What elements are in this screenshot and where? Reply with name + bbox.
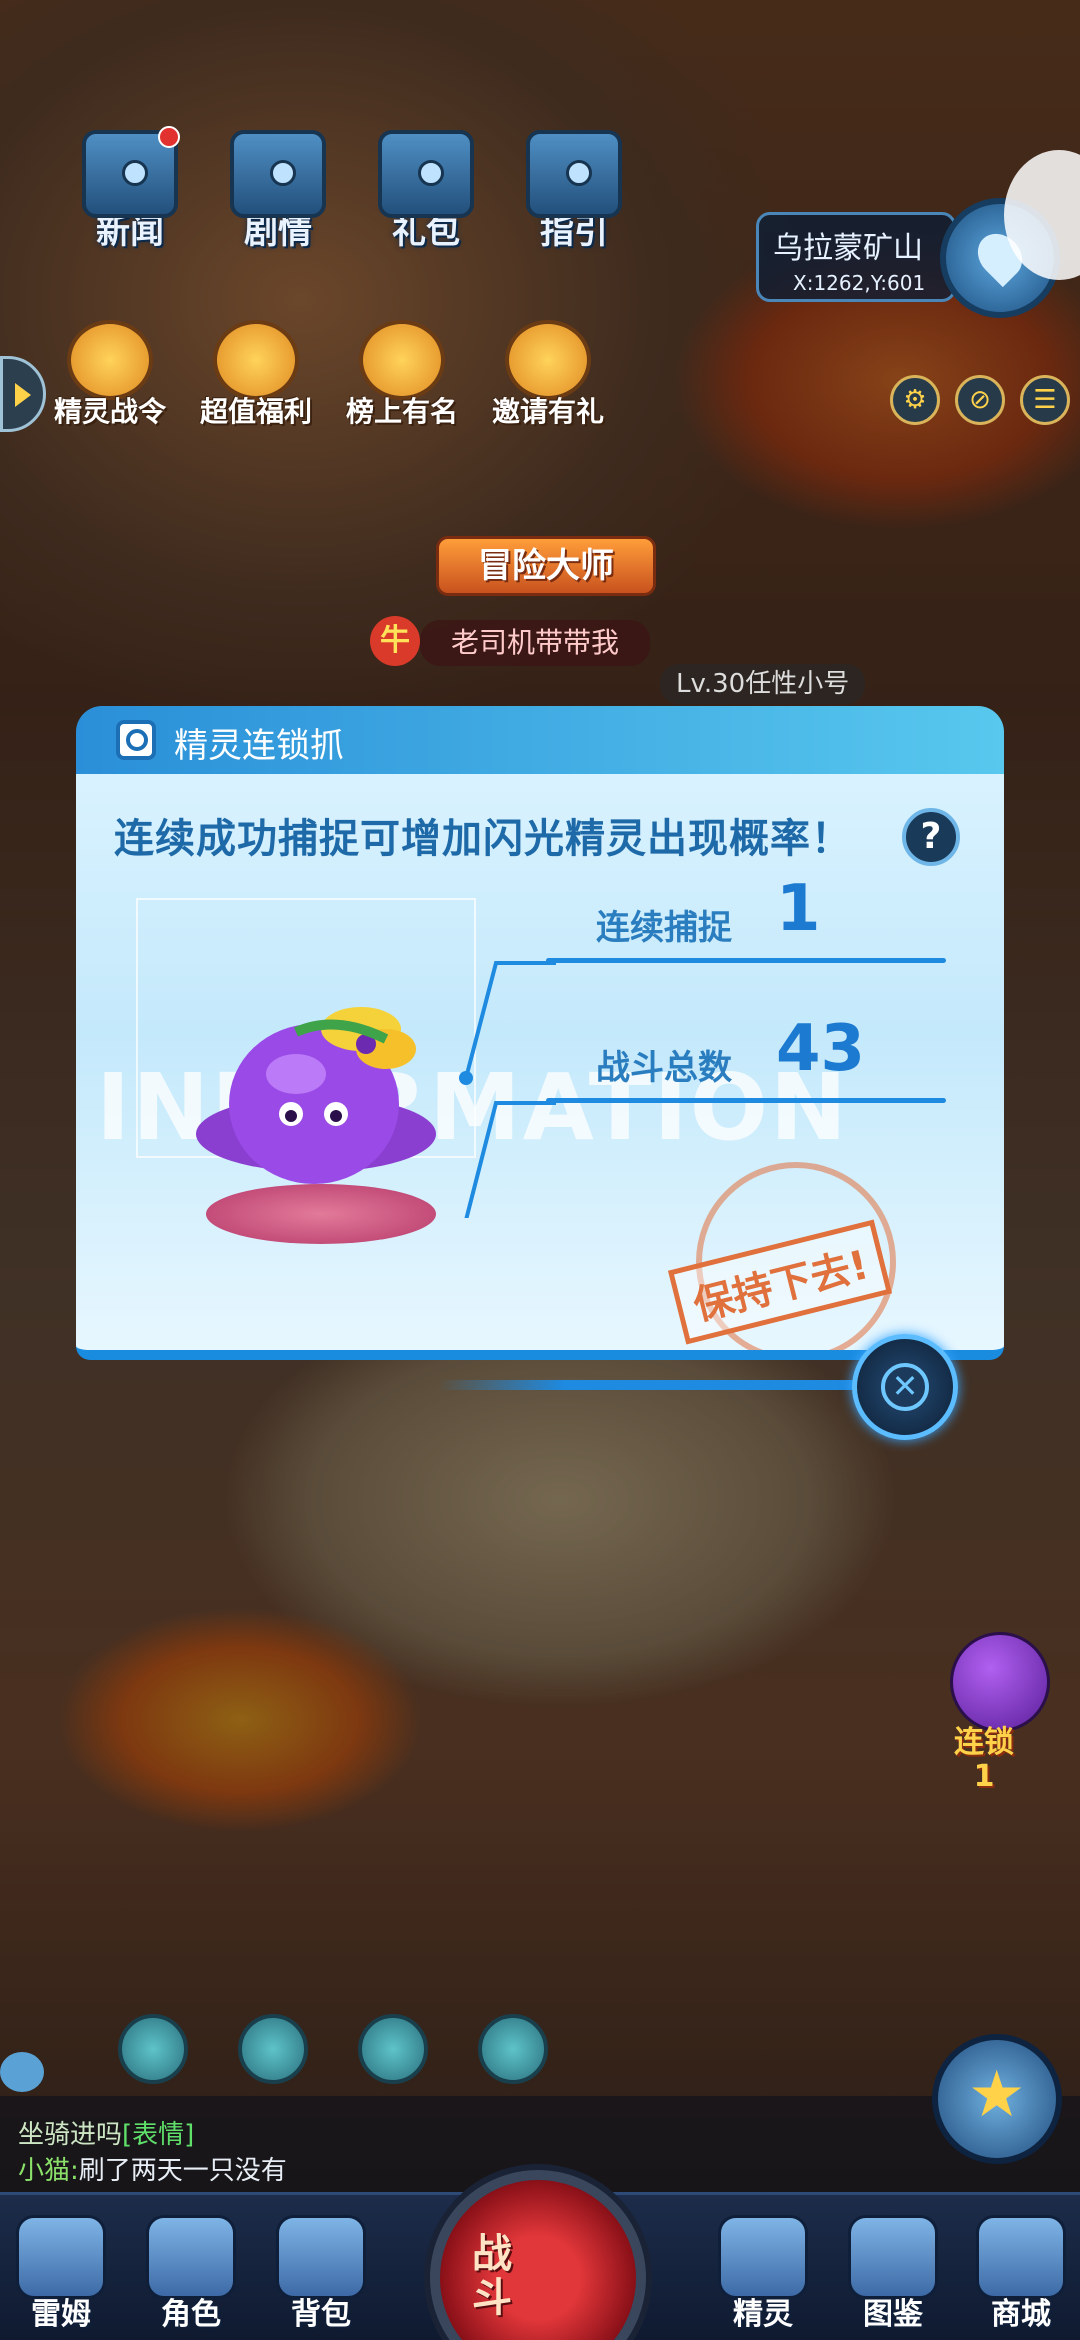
nav-spirit[interactable]: 精灵 (708, 2215, 818, 2333)
story-button[interactable]: 剧情 (228, 130, 328, 253)
mute-mini-icon[interactable]: ⊘ (955, 375, 1005, 425)
handbook-icon (848, 2215, 938, 2299)
fight-label: 战斗 (472, 2231, 512, 2321)
quick-action-3-icon[interactable] (358, 2014, 428, 2084)
top-menu: 新闻 剧情 礼包 指引 (80, 126, 624, 253)
nav-pet-label: 雷姆 (31, 2297, 91, 2332)
chain-counter-value: 1 (973, 1759, 995, 1794)
dialog-header: 精灵连锁抓 (76, 706, 1004, 774)
newspaper-chest-icon (82, 126, 180, 218)
streak-label: 连续捕捉 (596, 908, 732, 948)
battles-value: 43 (776, 1012, 866, 1086)
dialog-body: 连续成功捕捉可增加闪光精灵出现概率！ ? INFORMATION 连续捕捉 1 … (76, 774, 1004, 1360)
streak-stat: 连续捕捉 1 (596, 872, 821, 949)
invite-label: 邀请有礼 (491, 395, 604, 428)
nav-shop[interactable]: 商城 (966, 2215, 1076, 2333)
quick-action-2-icon[interactable] (238, 2014, 308, 2084)
nav-character[interactable]: 角色 (136, 2215, 246, 2333)
nav-pet[interactable]: 雷姆 (6, 2215, 116, 2333)
trophy-icon (359, 320, 445, 400)
chat-message: 刷了两天一只没有 (78, 2156, 287, 2186)
nav-spirit-label: 精灵 (733, 2297, 793, 2332)
story-chest-icon (230, 130, 326, 218)
character-icon (146, 2215, 236, 2299)
activity-menu: 精灵战令 超值福利 榜上有名 邀请有礼 (50, 320, 608, 430)
chat-line-1-text: 坐骑进吗 (18, 2120, 123, 2150)
backpack-icon (276, 2215, 366, 2299)
bell-icon[interactable] (478, 2014, 548, 2084)
chain-capture-dialog: 精灵连锁抓 连续成功捕捉可增加闪光精灵出现概率！ ? INFORMATION 连… (76, 706, 1004, 1372)
nav-handbook-label: 图鉴 (863, 2297, 923, 2332)
invite-gift-icon (505, 320, 591, 400)
battles-divider (546, 1098, 946, 1103)
game-scene: 新闻 剧情 礼包 指引 精灵战令 超值福利 榜上有名 邀请有礼 乌拉蒙矿山 X:… (0, 0, 1080, 2340)
help-button[interactable]: ? (902, 808, 960, 866)
chain-counter-label: 连锁 (954, 1725, 1014, 1760)
close-button[interactable]: ✕ (852, 1334, 958, 1440)
npc-level: Lv.30任性小号 (660, 664, 866, 704)
quick-action-bar (118, 2014, 548, 2084)
gift-pack-button[interactable]: 礼包 (376, 130, 476, 253)
streak-value: 1 (776, 872, 821, 946)
chat-bubble-icon[interactable] (0, 2052, 44, 2092)
gift-chest-icon (378, 130, 474, 218)
chat-emote: [表情] (122, 2120, 195, 2150)
notification-dot (158, 126, 180, 148)
nav-character-label: 角色 (161, 2297, 221, 2332)
chat-user[interactable]: 小猫: (18, 2156, 79, 2186)
spirit-icon (718, 2215, 808, 2299)
chat-line-2: 小猫:刷了两天一只没有 (18, 2150, 287, 2187)
map-location-panel[interactable]: 乌拉蒙矿山 X:1262,Y:601 (756, 212, 956, 302)
chain-counter: 连锁 1 (954, 1726, 1014, 1794)
battles-stat: 战斗总数 43 (596, 1012, 865, 1089)
battles-label: 战斗总数 (596, 1048, 732, 1088)
search-icon (116, 720, 156, 760)
star-skill-button[interactable] (932, 2034, 1062, 2164)
battle-pass-icon (67, 320, 153, 400)
npc-name[interactable]: 老司机带带我 (420, 620, 650, 666)
purple-octopus-spirit (196, 1007, 436, 1184)
invite-button[interactable]: 邀请有礼 (488, 320, 608, 430)
welfare-gift-icon (213, 320, 299, 400)
quick-action-1-icon[interactable] (118, 2014, 188, 2084)
map-coordinates: X:1262,Y:601 (793, 271, 926, 295)
dialog-tagline: 连续成功捕捉可增加闪光精灵出现概率！ (114, 816, 852, 862)
ranking-label: 榜上有名 (345, 395, 458, 428)
connector-lines (459, 961, 556, 1218)
settings-mini-icon[interactable]: ⚙ (890, 375, 940, 425)
menu-mini-icon[interactable]: ☰ (1020, 375, 1070, 425)
nav-shop-label: 商城 (991, 2297, 1051, 2332)
battle-pass-label: 精灵战令 (53, 395, 166, 428)
welfare-label: 超值福利 (199, 395, 312, 428)
ranking-button[interactable]: 榜上有名 (342, 320, 462, 430)
pet-avatar-icon (16, 2215, 106, 2299)
nav-backpack[interactable]: 背包 (266, 2215, 376, 2333)
close-icon: ✕ (881, 1363, 929, 1411)
dialog-title: 精灵连锁抓 (174, 726, 344, 766)
chat-line-1: 坐骑进吗[表情] (18, 2114, 194, 2151)
npc-title-plaque: 冒险大师 (436, 536, 656, 596)
chain-spirit-icon[interactable] (950, 1632, 1050, 1732)
guide-chest-icon (526, 130, 622, 218)
nav-backpack-label: 背包 (291, 2297, 351, 2332)
guide-button[interactable]: 指引 (524, 130, 624, 253)
close-bar-decoration (438, 1380, 858, 1390)
map-name: 乌拉蒙矿山 (773, 231, 923, 266)
nav-handbook[interactable]: 图鉴 (838, 2215, 948, 2333)
battle-pass-button[interactable]: 精灵战令 (50, 320, 170, 430)
news-button[interactable]: 新闻 (80, 126, 180, 253)
welfare-button[interactable]: 超值福利 (196, 320, 316, 430)
shop-icon (976, 2215, 1066, 2299)
streak-divider (546, 958, 946, 963)
npc-badge: 牛 (370, 616, 420, 666)
